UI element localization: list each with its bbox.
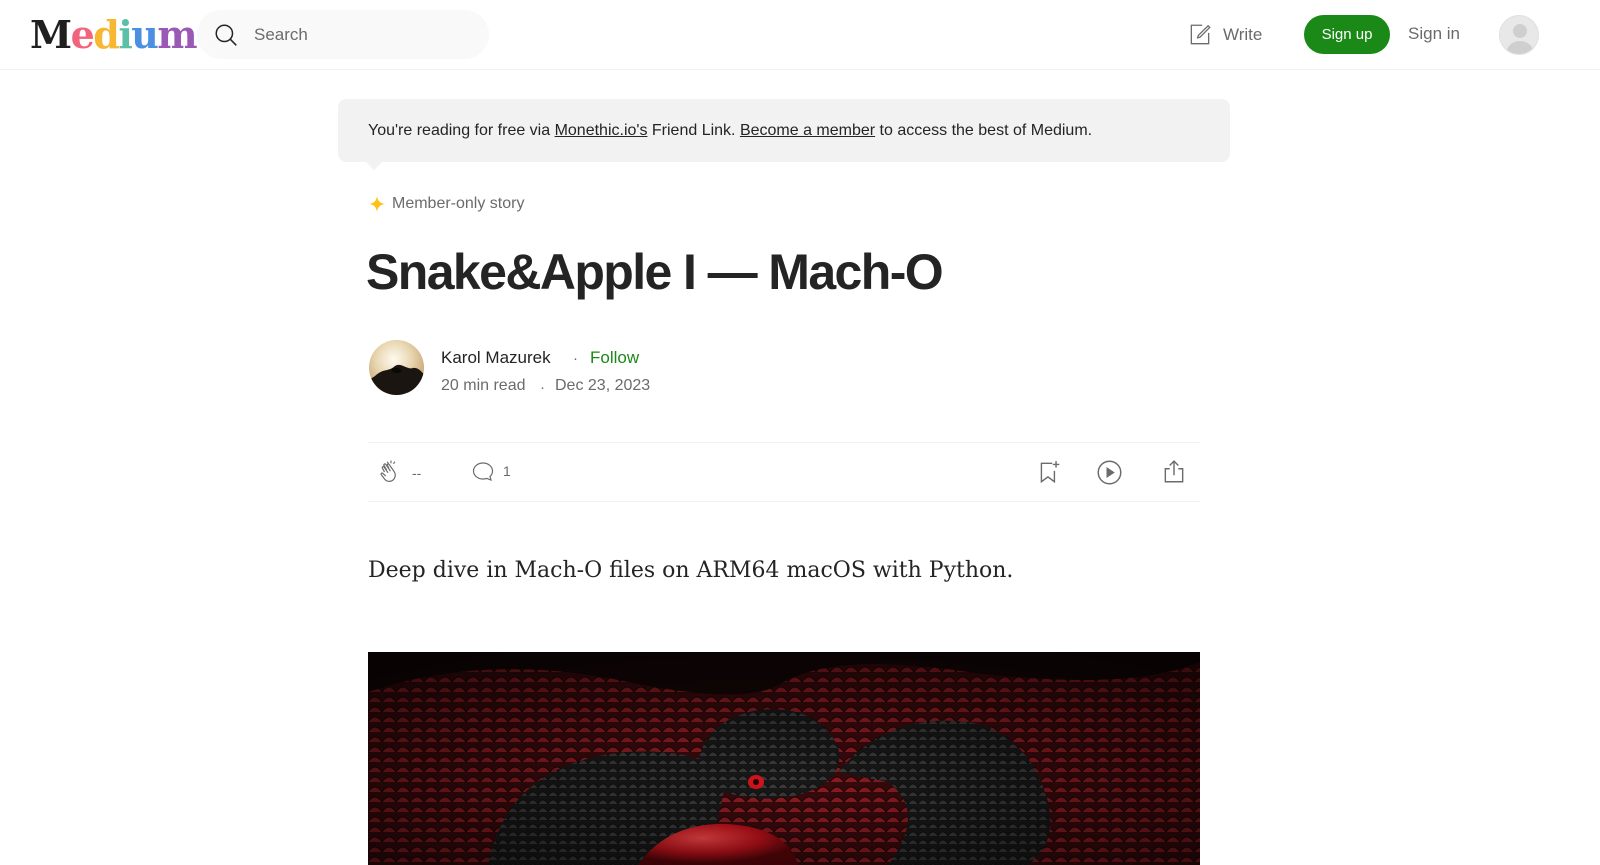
meta-separator: · — [540, 379, 545, 396]
comment-icon — [472, 462, 494, 481]
medium-logo[interactable]: Medium — [30, 12, 198, 57]
user-icon — [1506, 24, 1534, 54]
response-count: 1 — [503, 463, 511, 479]
member-only-label: Member-only story — [368, 195, 524, 213]
friend-link-banner: You're reading for free via Monethic.io'… — [338, 99, 1230, 170]
responses-button[interactable]: 1 — [471, 459, 511, 483]
publish-date: Dec 23, 2023 — [555, 377, 651, 394]
author-avatar-image — [369, 340, 424, 395]
banner-notch — [366, 162, 382, 170]
search-box[interactable]: Search — [197, 10, 489, 59]
logo-letter: m — [157, 12, 197, 57]
clap-button[interactable]: -- — [378, 459, 421, 487]
save-bookmark-button[interactable] — [1036, 459, 1062, 485]
author-name[interactable]: Karol Mazurek — [441, 348, 551, 368]
write-icon — [1190, 24, 1211, 45]
clap-count: -- — [412, 465, 422, 481]
star-icon — [368, 195, 386, 213]
banner-prefix: You're reading for free via — [368, 122, 555, 139]
hero-image[interactable] — [368, 652, 1200, 865]
user-avatar[interactable] — [1499, 15, 1539, 55]
article-subtitle: Deep dive in Mach-O files on ARM64 macOS… — [368, 558, 1014, 583]
article-action-bar: -- 1 — [368, 442, 1200, 502]
logo-letter: e — [70, 12, 95, 57]
share-icon — [1164, 460, 1184, 483]
follow-button[interactable]: Follow — [590, 348, 639, 368]
publisher-link[interactable]: Monethic.io's — [555, 122, 648, 139]
sign-up-button[interactable]: Sign up — [1304, 15, 1390, 54]
article-title: Snake&Apple I — Mach-O — [366, 244, 944, 300]
logo-letter: M — [30, 12, 72, 57]
author-avatar[interactable] — [369, 340, 424, 395]
banner-text: You're reading for free via Monethic.io'… — [368, 122, 1092, 140]
sign-in-link[interactable]: Sign in — [1408, 24, 1460, 44]
search-input[interactable]: Search — [254, 25, 308, 45]
logo-letter: i — [118, 12, 132, 57]
banner-suffix: to access the best of Medium. — [875, 122, 1093, 139]
logo-text: Medium — [30, 12, 198, 57]
snake-apple-illustration — [368, 652, 1200, 865]
write-label: Write — [1223, 25, 1263, 44]
listen-button[interactable] — [1096, 459, 1123, 486]
top-navbar: Medium Search Write Sign up Sign in — [0, 0, 1600, 70]
search-icon — [215, 24, 237, 46]
read-time: 20 min read — [441, 377, 526, 394]
write-button[interactable]: Write — [1187, 20, 1262, 50]
banner-middle: Friend Link. — [647, 122, 740, 139]
author-separator: · — [573, 350, 578, 367]
bookmark-add-icon — [1040, 461, 1060, 484]
logo-letter: u — [131, 12, 159, 57]
clap-icon — [380, 460, 396, 482]
play-icon — [1097, 460, 1122, 485]
logo-letter: d — [93, 12, 120, 57]
become-member-link[interactable]: Become a member — [740, 122, 875, 139]
member-only-text: Member-only story — [392, 195, 525, 212]
share-button[interactable] — [1161, 459, 1187, 485]
